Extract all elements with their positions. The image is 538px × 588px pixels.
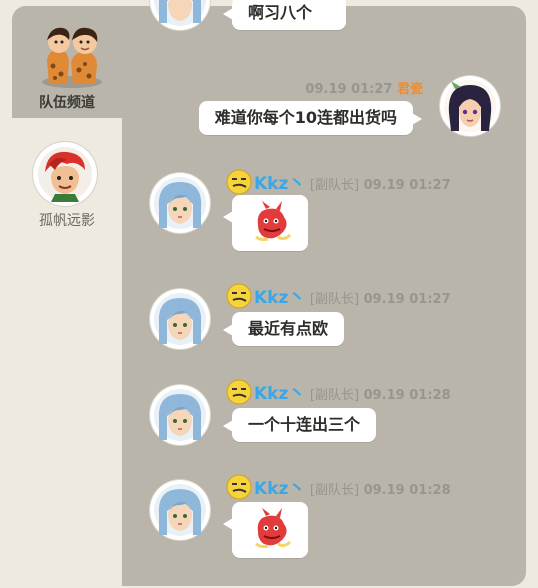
role-tag: [副队长] [309, 388, 360, 403]
sender-name: Kkz丶 [254, 174, 306, 194]
message-bubble[interactable]: 一个十连出三个 [222, 408, 377, 442]
role-tag: [副队长] [309, 292, 360, 307]
tab-label: 队伍频道 [39, 95, 95, 111]
sender-name: Kkz丶 [254, 384, 306, 404]
message-bubble[interactable]: 最近有点欧 [222, 312, 345, 346]
message-meta: 09.19 01:27 君瓷 [305, 78, 423, 97]
message-meta: Kkz丶 [副队长] 09.19 01:28 [226, 379, 451, 405]
avatar[interactable] [150, 0, 210, 30]
message-bubble[interactable]: 难道你每个10连都出货吗 [198, 101, 423, 135]
message-meta: Kkz丶 [副队长] 09.19 01:27 [226, 283, 451, 309]
role-tag: [副队长] [309, 178, 360, 193]
timestamp: 09.19 01:27 [363, 292, 451, 307]
timestamp: 09.19 01:28 [363, 388, 451, 403]
message-meta: Kkz丶 [副队长] 09.19 01:27 [226, 169, 451, 195]
message-meta: Kkz丶 [副队长] 09.19 01:28 [226, 474, 451, 500]
avatar[interactable] [150, 289, 210, 349]
smirk-emoji-icon [226, 169, 252, 195]
sticker-bubble[interactable] [223, 195, 308, 251]
avatar [33, 142, 97, 206]
timestamp: 09.19 01:27 [363, 178, 451, 193]
smirk-emoji-icon [226, 283, 252, 309]
avatar[interactable] [440, 76, 500, 136]
smirk-emoji-icon [226, 474, 252, 500]
sender-name: 君瓷 [396, 82, 423, 97]
avatar[interactable] [150, 385, 210, 445]
sidebar-item-friend[interactable]: 孤帆远影 [12, 140, 122, 240]
right-edge [526, 0, 538, 576]
sender-name: Kkz丶 [254, 288, 306, 308]
red-dragon-sticker-icon [255, 201, 292, 242]
friend-name: 孤帆远影 [39, 213, 95, 229]
avatar[interactable] [150, 173, 210, 233]
left-edge [0, 0, 12, 576]
role-tag: [副队长] [309, 483, 360, 498]
message-bubble[interactable]: 啊习八个 [223, 0, 346, 30]
timestamp: 09.19 01:28 [363, 483, 451, 498]
sender-name: Kkz丶 [254, 479, 306, 499]
tab-team-channel[interactable]: 队伍频道 [12, 6, 122, 118]
sticker-bubble[interactable] [223, 502, 308, 558]
caveman-team-icon [39, 20, 105, 90]
timestamp: 09.19 01:27 [305, 82, 393, 97]
red-dragon-sticker-icon [255, 508, 292, 549]
smirk-emoji-icon [226, 379, 252, 405]
avatar[interactable] [150, 480, 210, 540]
